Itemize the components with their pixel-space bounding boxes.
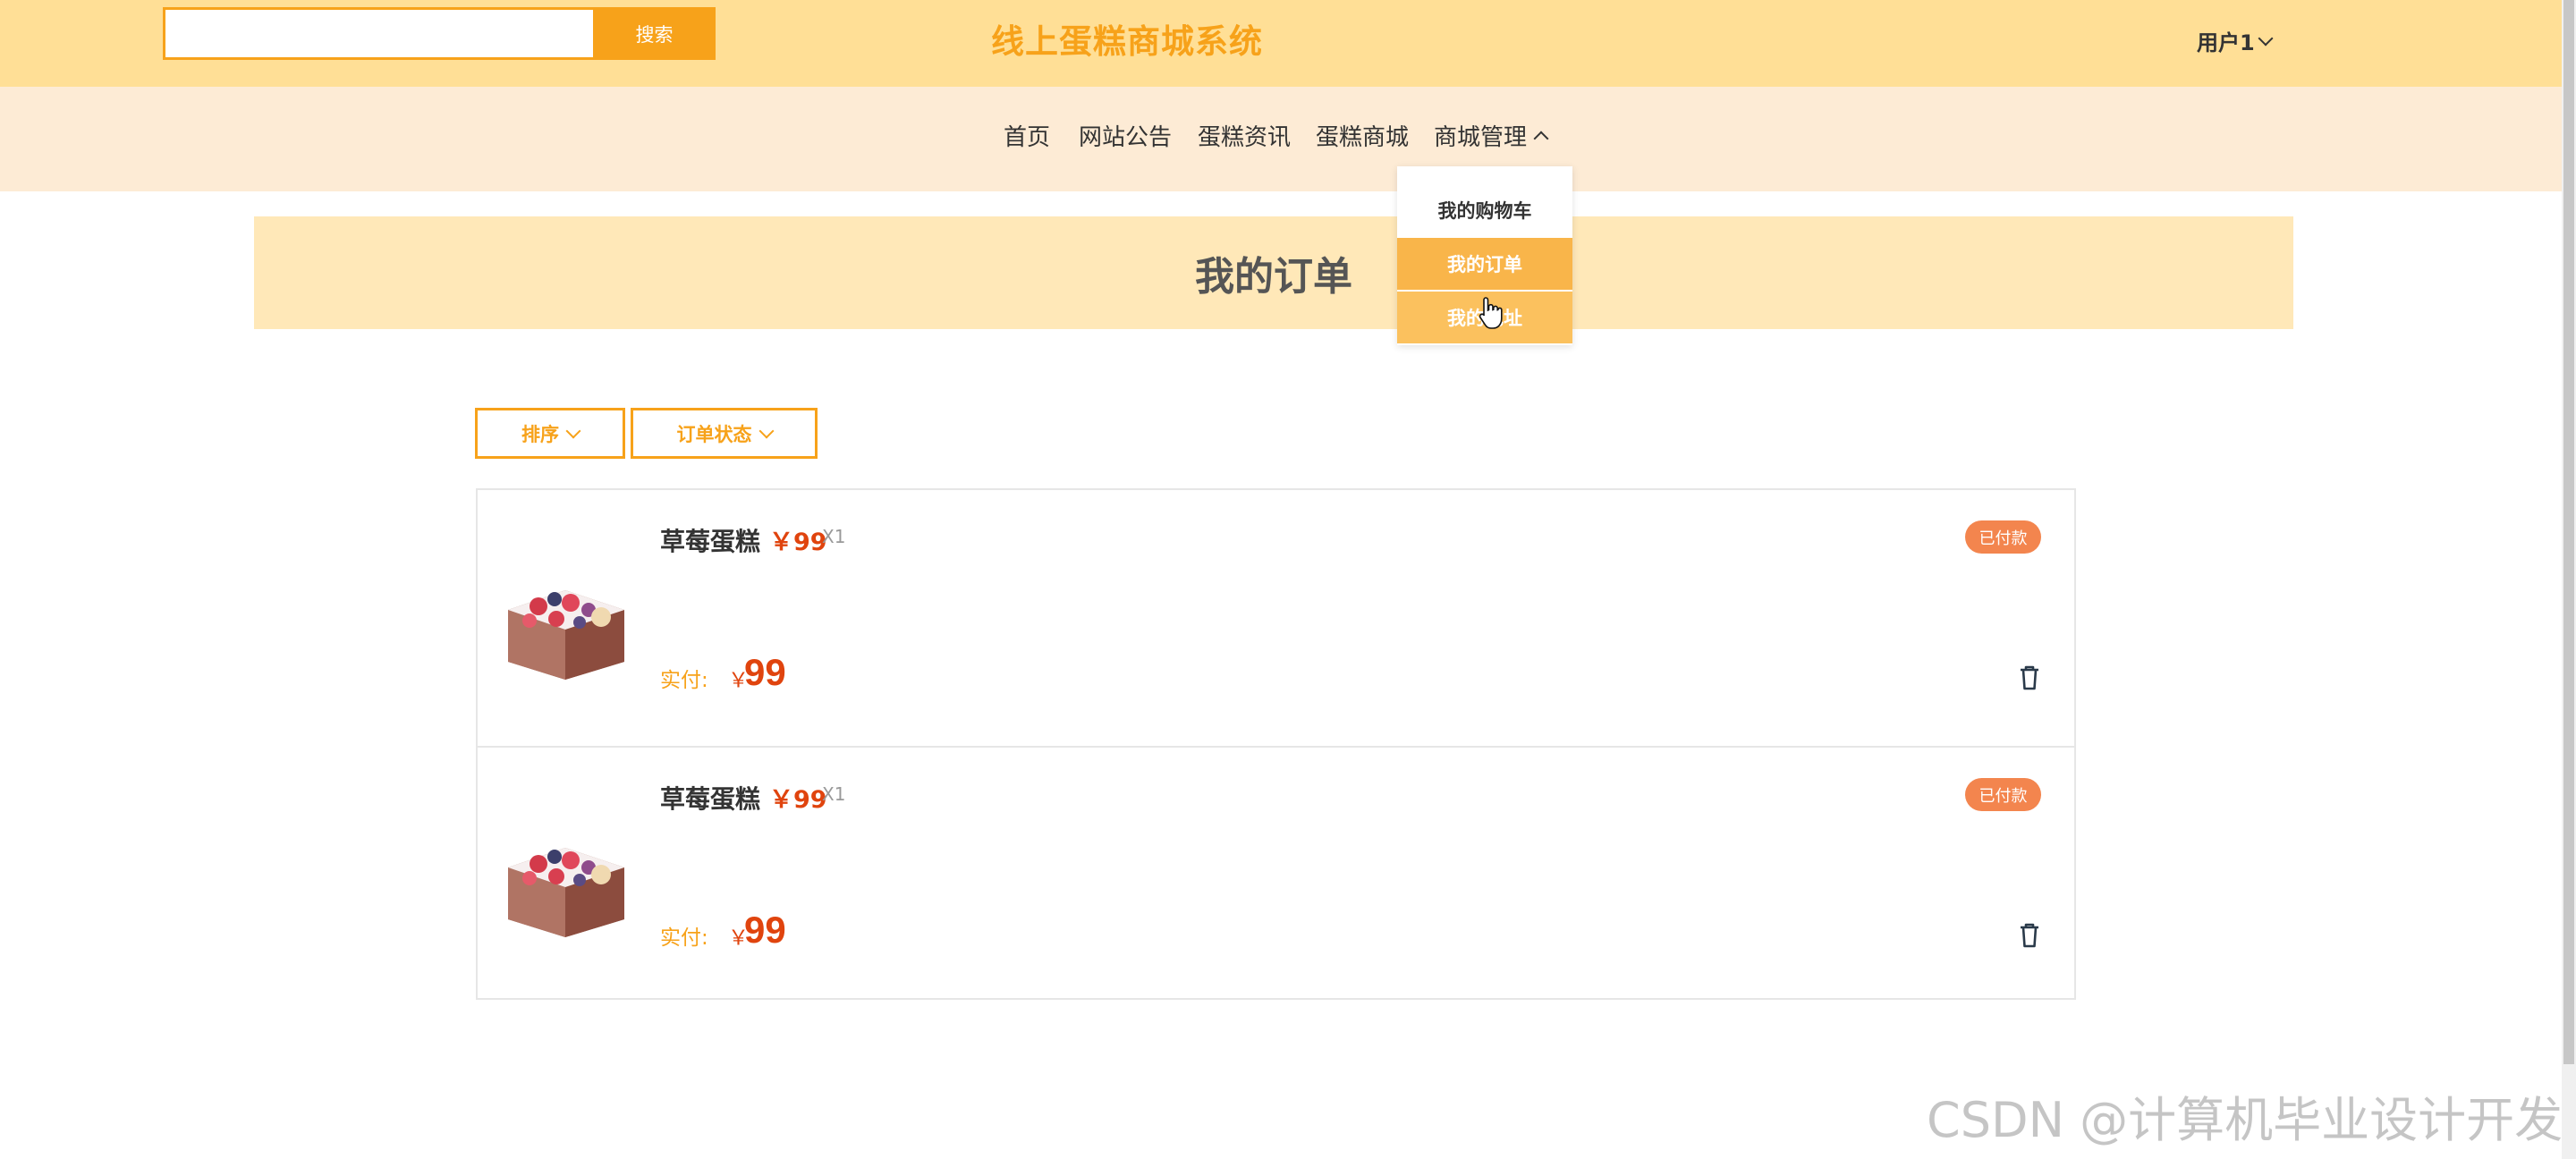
nav-item-label: 网站公告 — [1079, 124, 1173, 151]
menu-item-orders[interactable]: 我的订单 — [1397, 238, 1572, 290]
user-menu-label: 用户1 — [2197, 30, 2255, 55]
watermark: CSDN @计算机毕业设计开发 — [1927, 1092, 2563, 1148]
paid-amount: 99 — [744, 909, 786, 951]
order-list: 草莓蛋糕 ￥99 X1 实付: ￥ 99 已付款 草莓蛋糕 ￥99 X1 实付: — [476, 488, 2076, 1000]
trash-icon[interactable] — [2016, 664, 2043, 692]
product-quantity: X1 — [822, 526, 846, 547]
nav-item-news[interactable]: 蛋糕资讯 — [1198, 119, 1291, 152]
status-badge: 已付款 — [1965, 778, 2041, 811]
product-name: 草莓蛋糕 — [660, 784, 761, 814]
order-item: 草莓蛋糕 ￥99 X1 实付: ￥ 99 已付款 — [478, 490, 2074, 746]
nav-item-label: 蛋糕资讯 — [1198, 124, 1292, 151]
chevron-down-icon — [758, 423, 774, 438]
nav-item-home[interactable]: 首页 — [1004, 119, 1050, 152]
nav-item-label: 蛋糕商城 — [1316, 124, 1410, 151]
cake-image — [508, 848, 624, 937]
chevron-up-icon — [1533, 131, 1549, 146]
paid-label: 实付: — [660, 669, 708, 692]
chevron-down-icon — [2258, 30, 2274, 46]
user-menu[interactable]: 用户1 — [2197, 25, 2274, 56]
product-quantity: X1 — [822, 783, 846, 805]
order-status-label: 订单状态 — [676, 423, 752, 445]
order-item: 草莓蛋糕 ￥99 X1 实付: ￥ 99 已付款 — [478, 746, 2074, 1003]
page-banner: 我的订单 — [254, 216, 2293, 329]
paid-label: 实付: — [660, 926, 708, 950]
product-price: ￥99 — [769, 529, 827, 556]
nav-item-manage[interactable]: 商城管理 — [1434, 119, 1549, 152]
menu-item-cart[interactable]: 我的购物车 — [1397, 184, 1572, 236]
search-input[interactable] — [163, 7, 611, 60]
search-button[interactable]: 搜索 — [593, 7, 716, 60]
sort-label: 排序 — [521, 423, 559, 445]
cake-image — [508, 590, 624, 680]
trash-icon[interactable] — [2016, 921, 2043, 950]
status-badge: 已付款 — [1965, 520, 2041, 554]
nav-item-shop[interactable]: 蛋糕商城 — [1316, 119, 1409, 152]
nav-item-label: 商城管理 — [1434, 124, 1528, 151]
site-title: 线上蛋糕商城系统 — [991, 22, 1263, 61]
sort-dropdown[interactable]: 排序 — [475, 408, 625, 459]
nav-item-notice[interactable]: 网站公告 — [1079, 119, 1172, 152]
chevron-down-icon — [565, 423, 581, 438]
product-price: ￥99 — [769, 786, 827, 814]
order-status-dropdown[interactable]: 订单状态 — [631, 408, 818, 459]
hand-cursor-icon — [1479, 297, 1503, 329]
nav-item-label: 首页 — [1004, 124, 1051, 151]
scrollbar-thumb[interactable] — [2563, 0, 2574, 1064]
product-name: 草莓蛋糕 — [660, 527, 761, 556]
page-title: 我的订单 — [1195, 254, 1352, 300]
paid-amount: 99 — [744, 651, 786, 693]
